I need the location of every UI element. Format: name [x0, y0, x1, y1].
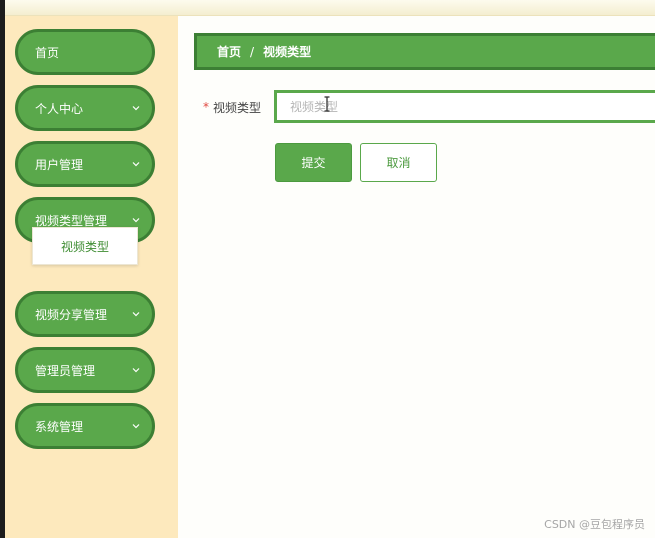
sidebar-item-video-share-management[interactable]: 视频分享管理 — [15, 291, 155, 337]
breadcrumb-current: 视频类型 — [263, 45, 312, 59]
video-type-label: * 视频类型 — [203, 97, 261, 117]
sidebar-item-label: 视频分享管理 — [35, 307, 108, 322]
chevron-down-icon — [132, 218, 140, 223]
video-type-input-wrapper — [274, 90, 655, 123]
sidebar-item-system-management[interactable]: 系统管理 — [15, 403, 155, 449]
sidebar-item-label: 视频类型管理 — [35, 213, 108, 228]
breadcrumb-home[interactable]: 首页 — [217, 43, 241, 60]
sidebar-item-personal-center[interactable]: 个人中心 — [15, 85, 155, 131]
chevron-down-icon — [132, 368, 140, 373]
sidebar-item-label: 管理员管理 — [35, 363, 96, 378]
sidebar-item-home[interactable]: 首页 — [15, 29, 155, 75]
chevron-down-icon — [132, 424, 140, 429]
sidebar-item-label: 用户管理 — [35, 157, 84, 172]
watermark: CSDN @豆包程序员 — [544, 518, 645, 531]
sidebar-item-label: 系统管理 — [35, 419, 84, 434]
chevron-down-icon — [132, 162, 140, 167]
submit-button[interactable]: 提交 — [275, 143, 352, 182]
sidebar-item-label: 个人中心 — [35, 101, 84, 116]
chevron-down-icon — [132, 106, 140, 111]
video-type-label-text: 视频类型 — [213, 100, 262, 115]
required-mark: * — [203, 100, 209, 114]
top-header-bar — [5, 0, 655, 16]
sidebar-item-label: 首页 — [35, 45, 60, 60]
sidebar-item-admin-management[interactable]: 管理员管理 — [15, 347, 155, 393]
text-cursor-icon — [324, 96, 330, 112]
submenu-item-video-type[interactable]: 视频类型 — [32, 227, 138, 265]
chevron-down-icon — [132, 312, 140, 317]
video-type-input[interactable] — [277, 93, 655, 120]
cancel-button[interactable]: 取消 — [360, 143, 437, 182]
submenu-item-label: 视频类型 — [60, 239, 109, 254]
breadcrumb: 首页 / 视频类型 — [194, 33, 655, 70]
sidebar-item-user-management[interactable]: 用户管理 — [15, 141, 155, 187]
breadcrumb-separator: / — [250, 44, 255, 59]
